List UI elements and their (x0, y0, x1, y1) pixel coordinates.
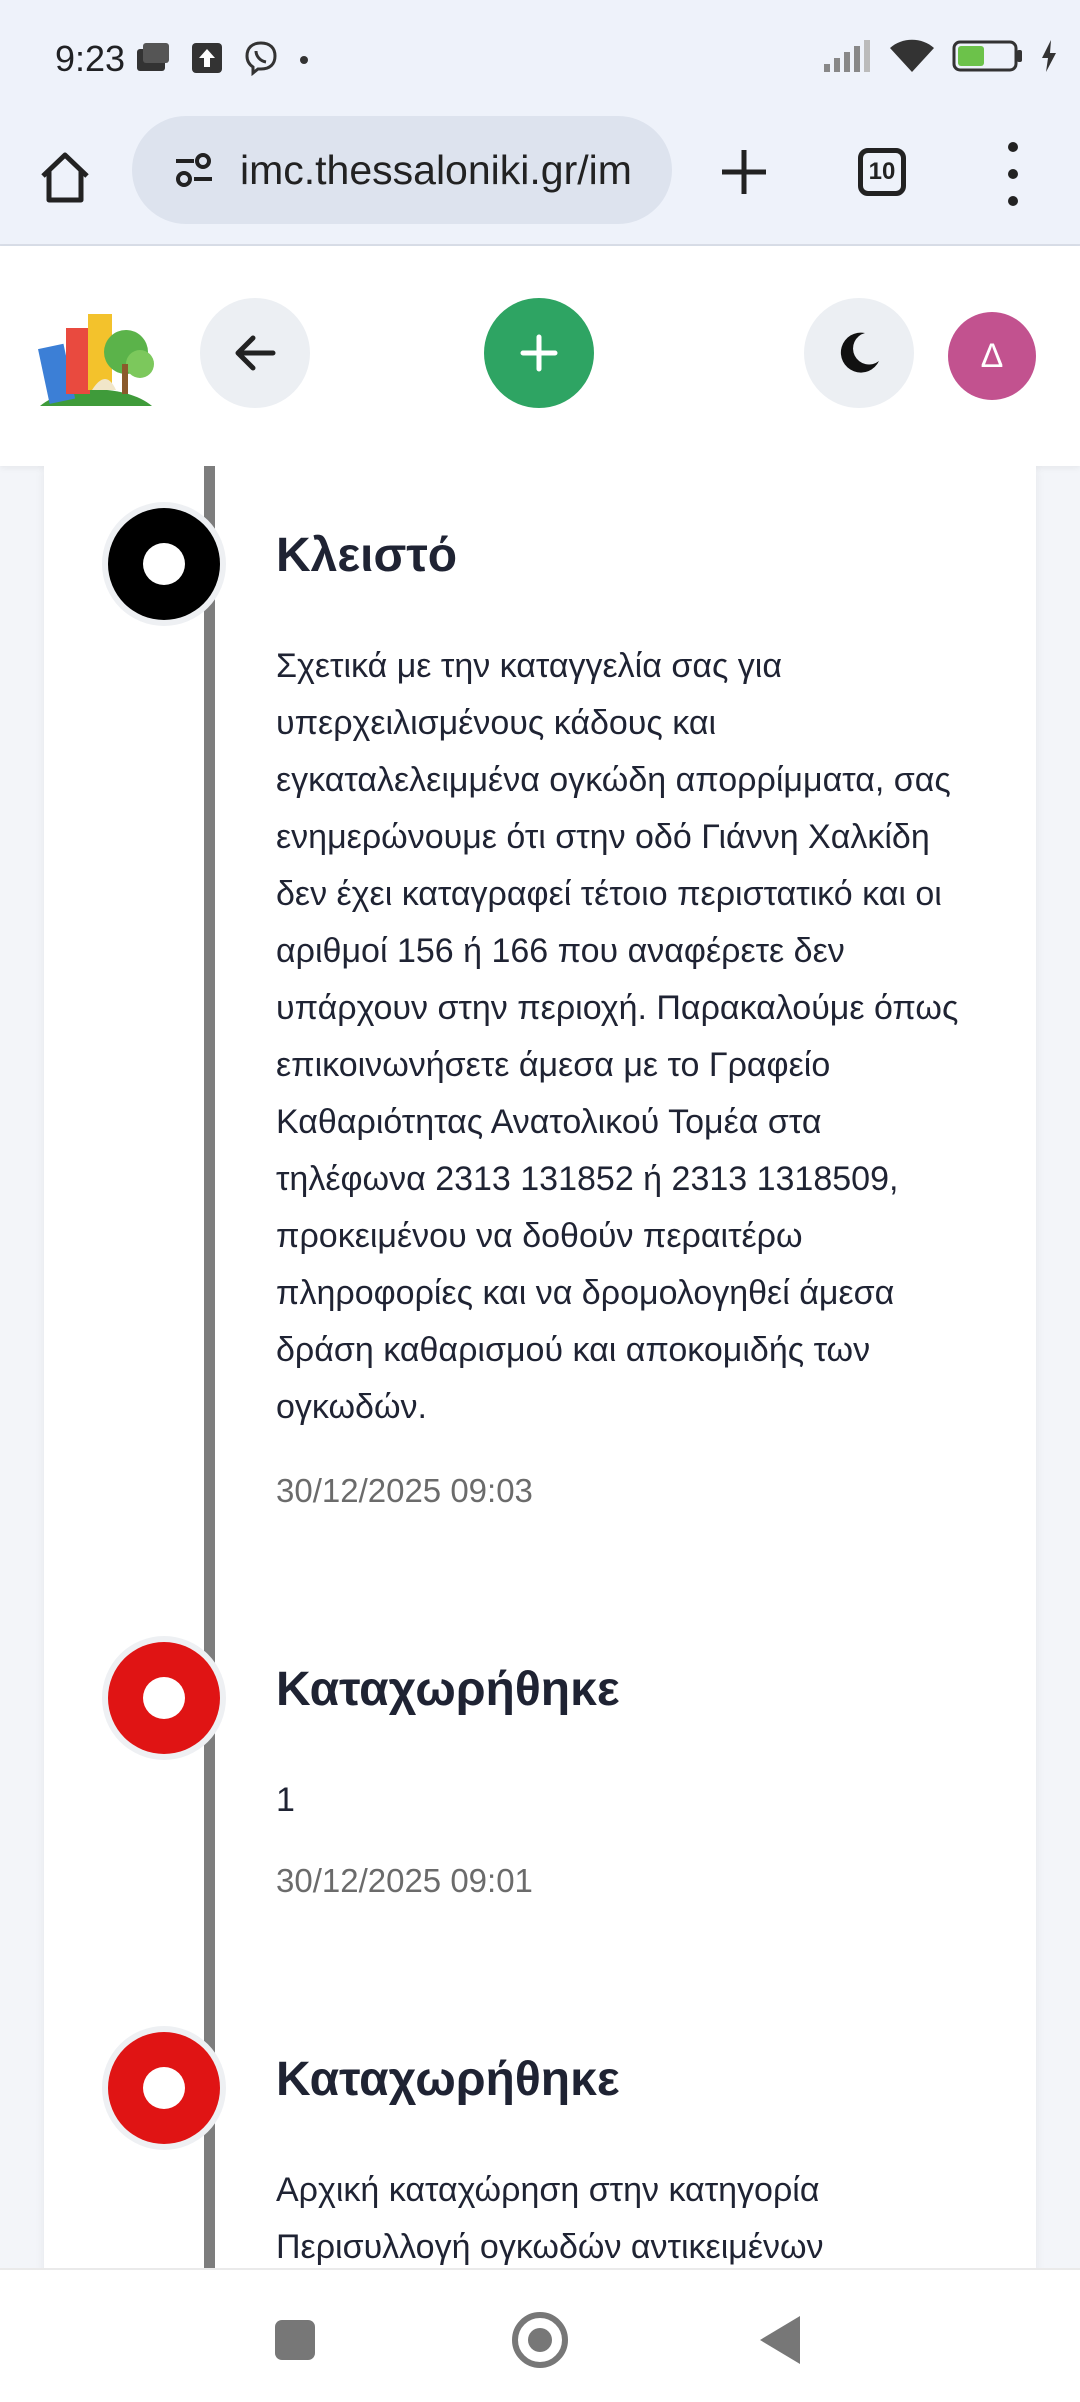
status-time: 9:23 (55, 38, 126, 79)
viber-icon (243, 40, 279, 81)
dot-icon (299, 52, 309, 70)
event-status: Κλειστό (276, 529, 458, 582)
url-text: imc.thessaloniki.gr/im (240, 146, 632, 193)
event-timestamp: 30/12/2025 09:01 (276, 1862, 533, 1899)
event-timestamp: 30/12/2025 09:03 (276, 1472, 533, 1509)
event-description: 1 (276, 1781, 295, 1819)
event-description: Σχετικά με την καταγγελία σας για υπερχε… (276, 647, 959, 1426)
browser-menu-button[interactable] (998, 142, 1028, 206)
status-marker-registered (108, 1642, 220, 1754)
event-description: Αρχική καταχώρηση στην κατηγορία Περισυλ… (276, 2171, 824, 2266)
report-history: Κλειστό Σχετικά με την καταγγελία σας γι… (0, 466, 1080, 2268)
system-back-button[interactable] (760, 2316, 800, 2364)
signal-icon (822, 40, 872, 77)
menu-dot (1008, 196, 1018, 206)
plus-icon (722, 150, 766, 194)
event-status: Καταχωρήθηκε (276, 2053, 620, 2106)
news-icon (135, 41, 171, 80)
dark-mode-toggle[interactable] (804, 298, 914, 408)
home-icon (41, 152, 89, 203)
plus-icon (520, 334, 558, 372)
site-header: Δ (0, 246, 1080, 466)
tab-count: 10 (868, 158, 896, 185)
browser-toolbar: imc.thessaloniki.gr/im 10 (0, 112, 1080, 246)
event-status: Καταχωρήθηκε (276, 1663, 620, 1716)
system-nav-bar (0, 2268, 1080, 2402)
status-marker-closed (108, 508, 220, 620)
address-bar[interactable]: imc.thessaloniki.gr/im (132, 116, 672, 224)
menu-dot (1008, 142, 1018, 152)
tab-switcher-button[interactable]: 10 (858, 148, 906, 196)
recent-apps-button[interactable] (275, 2320, 315, 2360)
moon-icon (840, 332, 879, 373)
timeline-line (204, 466, 215, 2268)
home-button[interactable] (30, 142, 100, 212)
battery-icon (952, 39, 1024, 78)
new-tab-button[interactable] (712, 140, 776, 204)
user-avatar[interactable]: Δ (948, 312, 1036, 400)
menu-dot (1008, 169, 1018, 179)
status-marker-registered (108, 2032, 220, 2144)
back-button[interactable] (200, 298, 310, 408)
arrow-left-icon (235, 335, 276, 371)
upload-icon (191, 42, 223, 79)
home-dot (528, 2328, 552, 2352)
avatar-initial: Δ (980, 336, 1004, 375)
city-logo[interactable] (36, 306, 156, 412)
status-bar: 9:23 (0, 0, 1080, 112)
site-settings-icon[interactable] (172, 147, 218, 193)
add-report-button[interactable] (484, 298, 594, 408)
charging-icon (1040, 40, 1058, 77)
wifi-icon (888, 38, 936, 79)
system-home-button[interactable] (512, 2312, 568, 2368)
